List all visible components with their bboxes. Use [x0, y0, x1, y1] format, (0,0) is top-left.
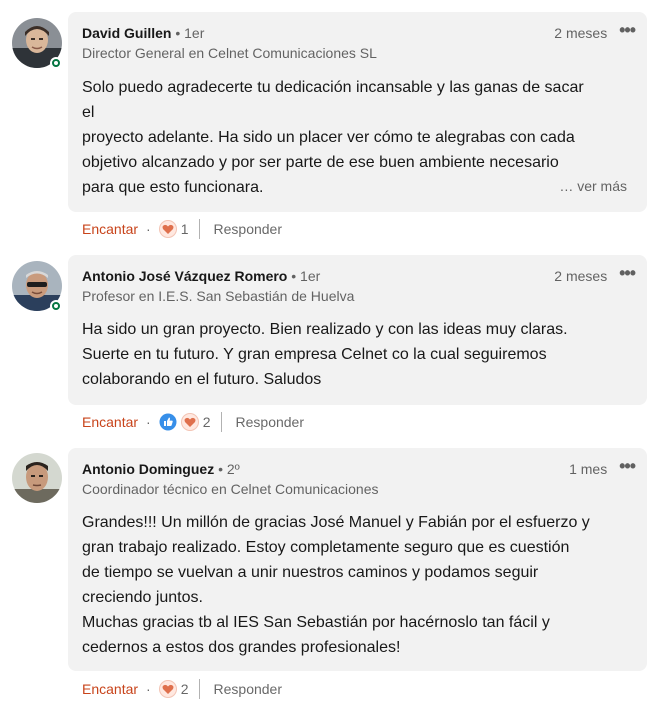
like-icon: [159, 413, 177, 431]
comment-bubble: Antonio Dominguez • 2º Coordinador técni…: [68, 448, 647, 671]
author-headline: Coordinador técnico en Celnet Comunicaci…: [82, 481, 379, 497]
author-name[interactable]: David Guillen: [82, 25, 171, 41]
comment-line: colaborando en el futuro. Saludos: [82, 371, 322, 388]
comment-line: Ha sido un gran proyecto. Bien realizado…: [82, 321, 568, 338]
reply-button[interactable]: Responder: [214, 221, 283, 237]
comment-line: Solo puedo agradecerte tu dedicación inc…: [82, 79, 584, 96]
separator: ·: [146, 414, 151, 430]
comment-text: Grandes!!! Un millón de gracias José Man…: [82, 510, 631, 660]
comment-actions: Encantar · 2 Responder: [82, 678, 282, 700]
comment-line: gran trabajo realizado. Estoy completame…: [82, 539, 570, 556]
online-status-indicator: [50, 300, 62, 312]
comment-header: Antonio Dominguez • 2º Coordinador técni…: [82, 459, 633, 499]
reaction-count[interactable]: 2: [203, 414, 211, 430]
comment-line: Muchas gracias tb al IES San Sebastián p…: [82, 614, 550, 631]
react-button[interactable]: Encantar: [82, 681, 138, 697]
reply-button[interactable]: Responder: [236, 414, 305, 430]
comment-line: de tiempo se vuelvan a unir nuestros cam…: [82, 564, 539, 581]
comment-text: Ha sido un gran proyecto. Bien realizado…: [82, 317, 631, 392]
reaction-count[interactable]: 1: [181, 221, 189, 237]
comment-meta: 2 meses •••: [554, 20, 636, 44]
more-options-icon[interactable]: •••: [619, 263, 636, 283]
comment-actions: Encantar · 2 Responder: [82, 411, 304, 433]
comment-header: David Guillen • 1er Director General en …: [82, 23, 633, 63]
comment-bubble: Antonio José Vázquez Romero • 1er Profes…: [68, 255, 647, 405]
separator: ·: [146, 681, 151, 697]
connection-degree: • 1er: [291, 268, 321, 284]
comment-text: Solo puedo agradecerte tu dedicación inc…: [82, 75, 631, 200]
divider: [198, 679, 200, 699]
comment-line: proyecto adelante. Ha sido un placer ver…: [82, 129, 575, 146]
author-headline: Director General en Celnet Comunicacione…: [82, 45, 377, 61]
connection-degree: • 1er: [175, 25, 205, 41]
love-icon: [158, 680, 177, 698]
author-name[interactable]: Antonio Dominguez: [82, 461, 214, 477]
divider: [198, 219, 200, 239]
see-more-link[interactable]: … ver más: [559, 178, 627, 194]
divider: [220, 412, 222, 432]
comment-line: el: [82, 104, 95, 121]
comment-meta: 1 mes •••: [569, 456, 636, 480]
timestamp: 1 mes: [569, 461, 608, 477]
comment-actions: Encantar · 1 Responder: [82, 218, 282, 240]
comment-line: Suerte en tu futuro. Y gran empresa Celn…: [82, 346, 547, 363]
comment-meta: 2 meses •••: [554, 263, 636, 287]
avatar[interactable]: [12, 453, 62, 503]
author-headline: Profesor en I.E.S. San Sebastián de Huel…: [82, 288, 355, 304]
love-icon: [158, 220, 177, 238]
comment-line: objetivo alcanzado y por ser parte de es…: [82, 154, 559, 171]
timestamp: 2 meses: [554, 268, 608, 284]
separator: ·: [146, 221, 151, 237]
author-name[interactable]: Antonio José Vázquez Romero: [82, 268, 287, 284]
react-button[interactable]: Encantar: [82, 221, 138, 237]
reaction-count[interactable]: 2: [181, 681, 189, 697]
comment-line: cedernos a estos dos grandes profesional…: [82, 639, 401, 656]
comment-bubble: David Guillen • 1er Director General en …: [68, 12, 647, 212]
connection-degree: • 2º: [218, 461, 240, 477]
reply-button[interactable]: Responder: [214, 681, 283, 697]
comment-line: creciendo juntos.: [82, 589, 203, 606]
more-options-icon[interactable]: •••: [619, 456, 636, 476]
comment-line: Grandes!!! Un millón de gracias José Man…: [82, 514, 590, 531]
comment-header: Antonio José Vázquez Romero • 1er Profes…: [82, 266, 633, 306]
comment-line: para que esto funcionara.: [82, 179, 264, 196]
react-button[interactable]: Encantar: [82, 414, 138, 430]
love-icon: [180, 413, 199, 431]
timestamp: 2 meses: [554, 25, 608, 41]
more-options-icon[interactable]: •••: [619, 20, 636, 40]
online-status-indicator: [50, 57, 62, 69]
